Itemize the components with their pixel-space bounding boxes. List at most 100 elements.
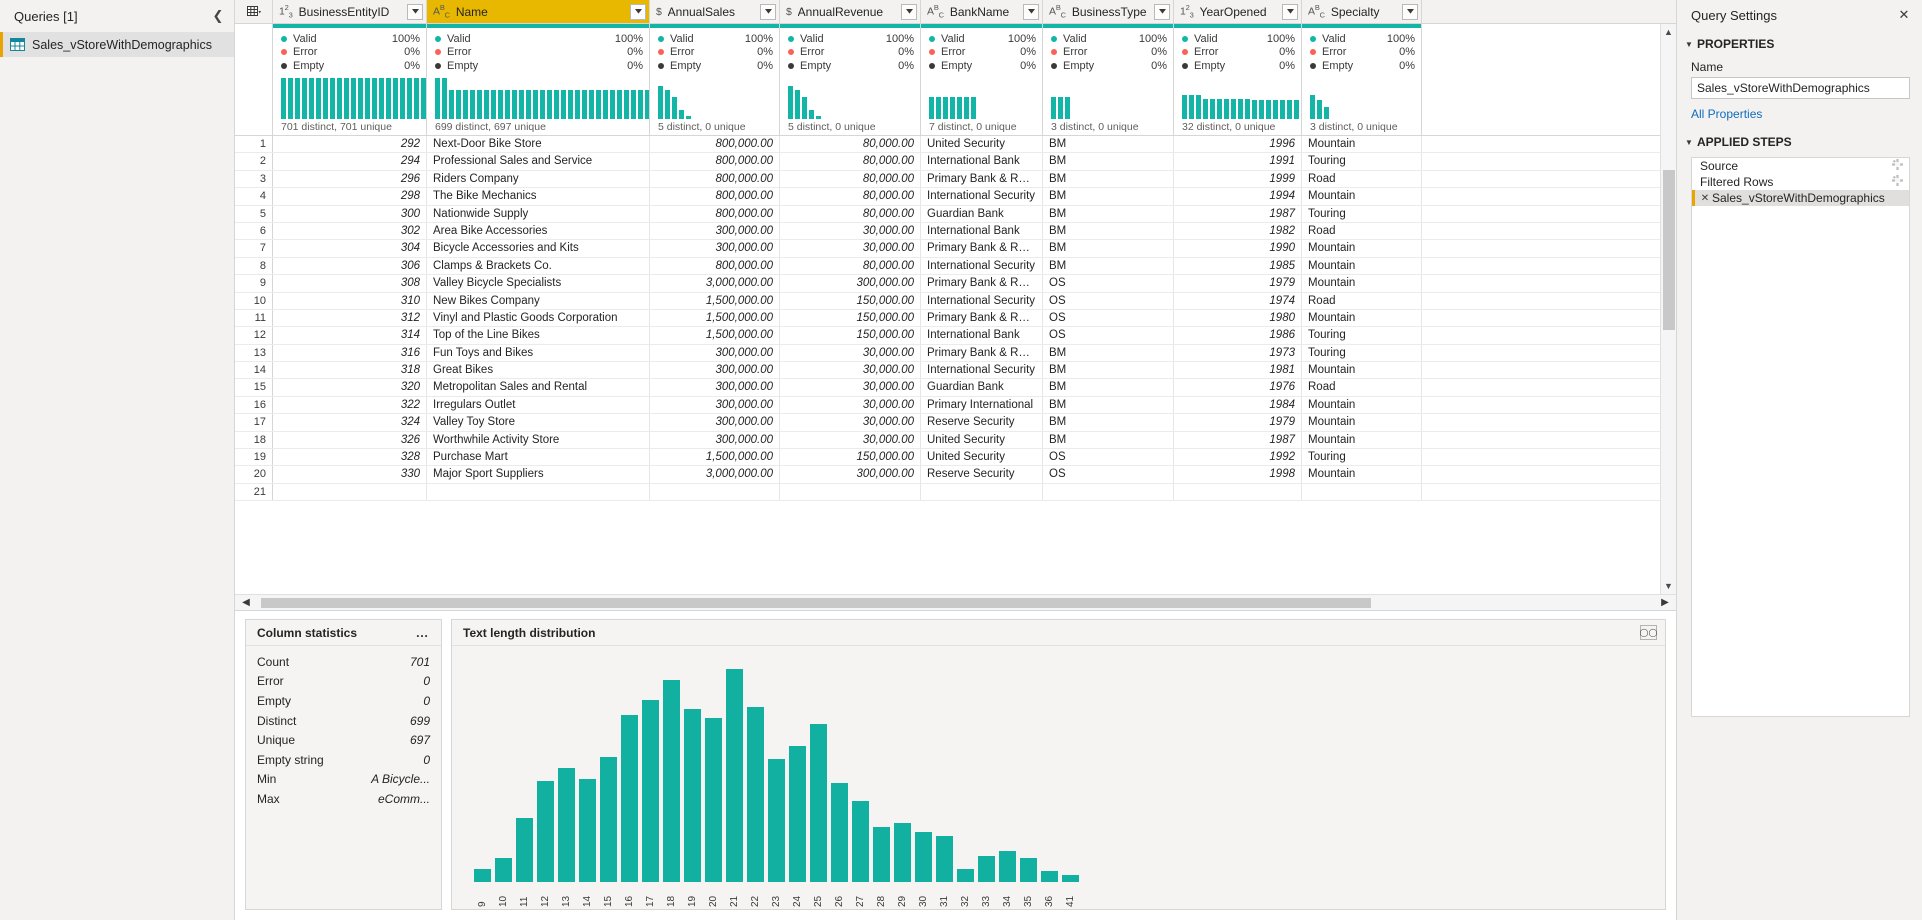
table-cell[interactable]: Touring (1302, 153, 1422, 169)
table-cell[interactable]: BM (1043, 258, 1174, 274)
table-cell[interactable]: 3,000,000.00 (650, 466, 780, 482)
table-cell[interactable]: Guardian Bank (921, 379, 1043, 395)
table-cell[interactable]: International Bank (921, 327, 1043, 343)
table-cell[interactable]: Mountain (1302, 258, 1422, 274)
table-cell[interactable]: 300 (273, 206, 427, 222)
table-cell[interactable]: International Security (921, 293, 1043, 309)
table-row[interactable]: 14318Great Bikes300,000.0030,000.00Inter… (235, 362, 1676, 379)
table-row[interactable]: 11312Vinyl and Plastic Goods Corporation… (235, 310, 1676, 327)
histogram-bar-group[interactable]: 10 (495, 652, 512, 907)
applied-steps-section-header[interactable]: ▼ APPLIED STEPS (1677, 121, 1922, 153)
table-cell[interactable]: 1980 (1174, 310, 1302, 326)
table-cell[interactable]: Mountain (1302, 275, 1422, 291)
column-quality-annualsales[interactable]: Valid100%Error0%Empty0%5 distinct, 0 uni… (650, 24, 780, 135)
scroll-left-icon[interactable]: ◀ (235, 595, 257, 611)
table-cell[interactable]: Reserve Security (921, 414, 1043, 430)
column-header-businesstype[interactable]: ABCBusinessType (1043, 0, 1174, 23)
gear-icon[interactable] (1892, 159, 1903, 173)
histogram-bar-group[interactable]: 19 (684, 652, 701, 907)
table-cell[interactable]: Bicycle Accessories and Kits (427, 240, 650, 256)
column-header-yearopened[interactable]: 123YearOpened (1174, 0, 1302, 23)
table-cell[interactable] (650, 484, 780, 500)
table-cell[interactable]: BM (1043, 136, 1174, 152)
horizontal-scroll-thumb[interactable] (261, 598, 1371, 608)
column-quality-businesstype[interactable]: Valid100%Error0%Empty0%3 distinct, 0 uni… (1043, 24, 1174, 135)
histogram-bar-group[interactable]: 34 (999, 652, 1016, 907)
table-row[interactable]: 9308Valley Bicycle Specialists3,000,000.… (235, 275, 1676, 292)
table-cell[interactable]: International Security (921, 362, 1043, 378)
table-cell[interactable]: BM (1043, 223, 1174, 239)
table-cell[interactable]: International Bank (921, 153, 1043, 169)
table-cell[interactable]: 1987 (1174, 206, 1302, 222)
column-header-businessentityid[interactable]: 123BusinessEntityID (273, 0, 427, 23)
table-cell[interactable]: 308 (273, 275, 427, 291)
table-cell[interactable]: Purchase Mart (427, 449, 650, 465)
scroll-up-icon[interactable]: ▲ (1661, 24, 1677, 40)
select-all-columns-button[interactable] (235, 0, 273, 23)
table-cell[interactable]: 1,500,000.00 (650, 293, 780, 309)
all-properties-link[interactable]: All Properties (1677, 99, 1922, 121)
table-cell[interactable] (427, 484, 650, 500)
table-cell[interactable]: 300,000.00 (650, 362, 780, 378)
table-cell[interactable]: 316 (273, 345, 427, 361)
histogram-bar-group[interactable]: 22 (747, 652, 764, 907)
column-quality-yearopened[interactable]: Valid100%Error0%Empty0%32 distinct, 0 un… (1174, 24, 1302, 135)
table-cell[interactable]: United Security (921, 136, 1043, 152)
table-cell[interactable]: 1986 (1174, 327, 1302, 343)
table-cell[interactable]: BM (1043, 432, 1174, 448)
table-cell[interactable]: 302 (273, 223, 427, 239)
table-cell[interactable]: 330 (273, 466, 427, 482)
table-row[interactable]: 3296Riders Company800,000.0080,000.00Pri… (235, 171, 1676, 188)
table-cell[interactable]: 314 (273, 327, 427, 343)
histogram-bar-group[interactable]: 35 (1020, 652, 1037, 907)
histogram-bar-group[interactable]: 13 (558, 652, 575, 907)
table-cell[interactable]: Primary International (921, 397, 1043, 413)
table-cell[interactable]: 30,000.00 (780, 345, 921, 361)
table-cell[interactable]: Mountain (1302, 240, 1422, 256)
table-cell[interactable]: Road (1302, 171, 1422, 187)
histogram-bar-group[interactable]: 20 (705, 652, 722, 907)
table-cell[interactable]: Worthwhile Activity Store (427, 432, 650, 448)
table-cell[interactable]: 300,000.00 (650, 345, 780, 361)
table-cell[interactable]: 300,000.00 (650, 379, 780, 395)
table-cell[interactable]: Great Bikes (427, 362, 650, 378)
column-type-icon[interactable]: ABC (1308, 3, 1325, 20)
chevron-down-icon[interactable] (1023, 4, 1039, 20)
grid-horizontal-scrollbar[interactable]: ◀ ▶ (235, 594, 1676, 610)
table-cell[interactable]: BM (1043, 171, 1174, 187)
histogram-bar-group[interactable]: 18 (663, 652, 680, 907)
histogram-bar-group[interactable]: 31 (936, 652, 953, 907)
table-cell[interactable]: 30,000.00 (780, 362, 921, 378)
table-cell[interactable]: 300,000.00 (780, 466, 921, 482)
table-cell[interactable]: Mountain (1302, 466, 1422, 482)
table-cell[interactable] (273, 484, 427, 500)
histogram-bar-group[interactable]: 15 (600, 652, 617, 907)
table-cell[interactable]: Road (1302, 379, 1422, 395)
table-cell[interactable]: International Security (921, 258, 1043, 274)
table-cell[interactable]: International Security (921, 188, 1043, 204)
table-cell[interactable]: Primary Bank & Reserve (921, 171, 1043, 187)
table-row[interactable]: 16322Irregulars Outlet300,000.0030,000.0… (235, 397, 1676, 414)
table-cell[interactable]: 3,000,000.00 (650, 275, 780, 291)
table-cell[interactable]: 1991 (1174, 153, 1302, 169)
table-row[interactable]: 18326Worthwhile Activity Store300,000.00… (235, 432, 1676, 449)
table-cell[interactable]: Metropolitan Sales and Rental (427, 379, 650, 395)
table-cell[interactable]: 300,000.00 (650, 240, 780, 256)
table-cell[interactable]: 312 (273, 310, 427, 326)
column-quality-specialty[interactable]: Valid100%Error0%Empty0%3 distinct, 0 uni… (1302, 24, 1422, 135)
table-cell[interactable]: The Bike Mechanics (427, 188, 650, 204)
chevron-down-icon[interactable] (1282, 4, 1298, 20)
table-cell[interactable]: Mountain (1302, 310, 1422, 326)
table-row[interactable]: 19328Purchase Mart1,500,000.00150,000.00… (235, 449, 1676, 466)
chevron-down-icon[interactable] (901, 4, 917, 20)
gear-icon[interactable] (1892, 175, 1903, 189)
table-cell[interactable]: 1,500,000.00 (650, 449, 780, 465)
table-cell[interactable]: 1999 (1174, 171, 1302, 187)
table-cell[interactable]: Vinyl and Plastic Goods Corporation (427, 310, 650, 326)
histogram-bar-group[interactable]: 23 (768, 652, 785, 907)
table-cell[interactable]: 800,000.00 (650, 171, 780, 187)
table-cell[interactable]: BM (1043, 345, 1174, 361)
table-cell[interactable]: 1996 (1174, 136, 1302, 152)
table-cell[interactable]: 30,000.00 (780, 240, 921, 256)
expand-icon[interactable]: ◯◯ (1640, 625, 1657, 640)
